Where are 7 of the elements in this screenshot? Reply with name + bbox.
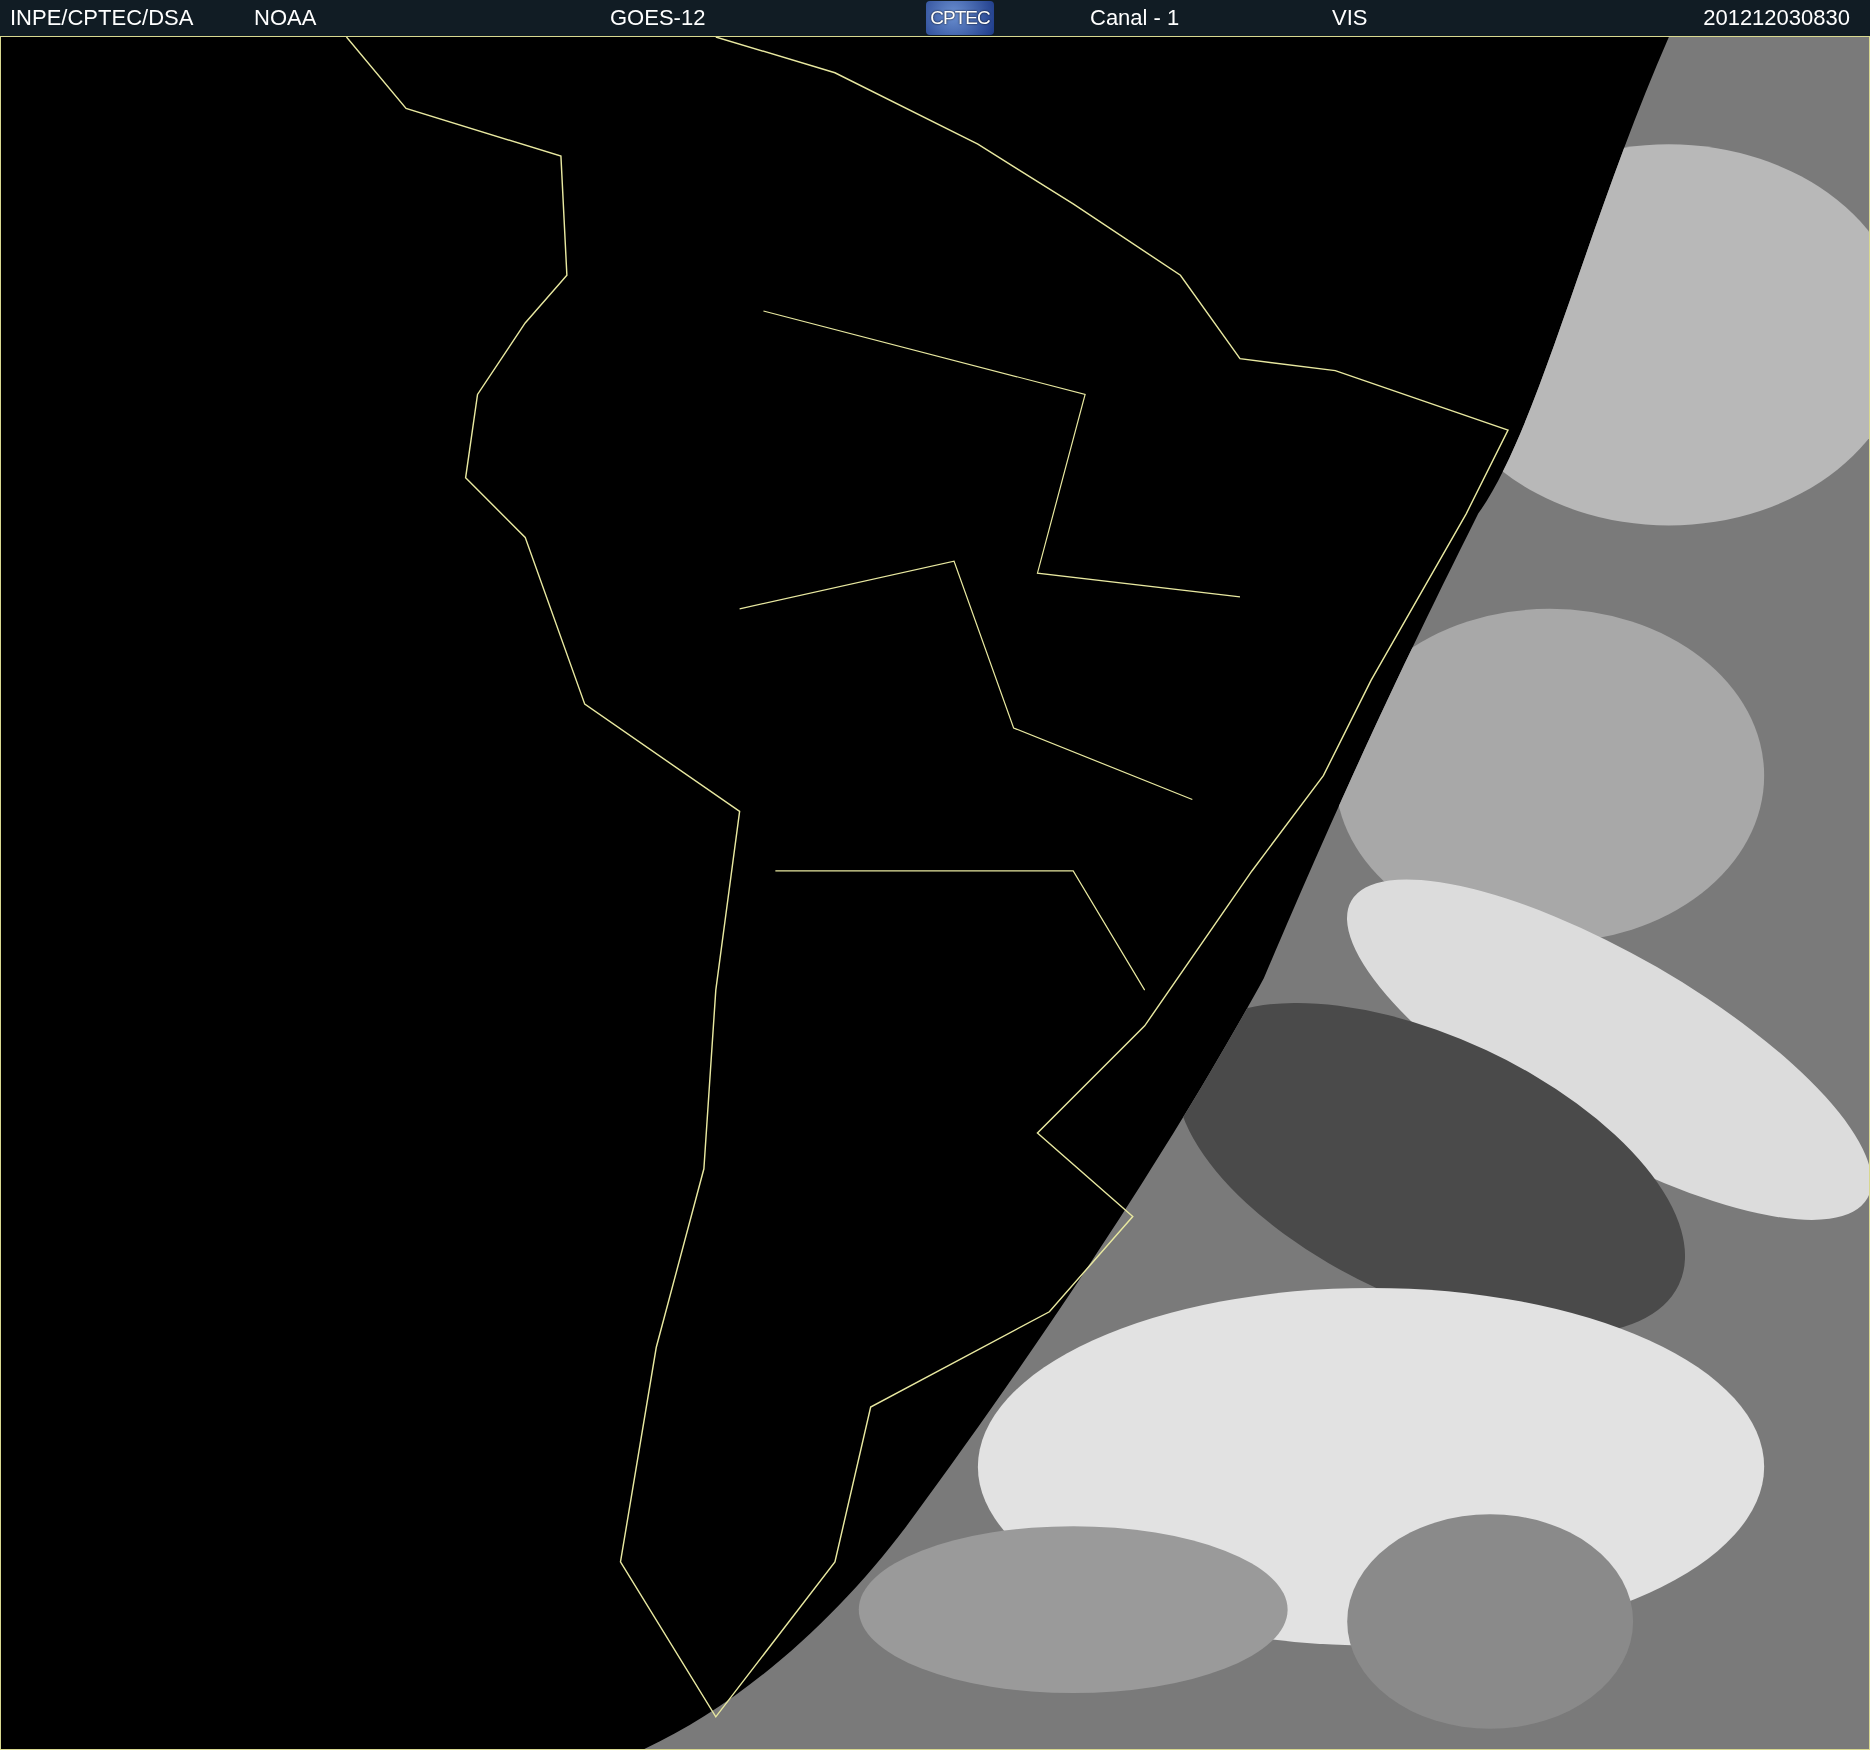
timestamp-label: 201212030830 [1703,5,1851,31]
agency-label: NOAA [254,5,317,31]
band-label: VIS [1331,5,1368,31]
source-label: INPE/CPTEC/DSA [10,5,194,31]
logo: CPTEC [926,1,994,35]
channel-label: Canal - 1 [1089,5,1180,31]
satellite-label: GOES-12 [610,5,706,31]
